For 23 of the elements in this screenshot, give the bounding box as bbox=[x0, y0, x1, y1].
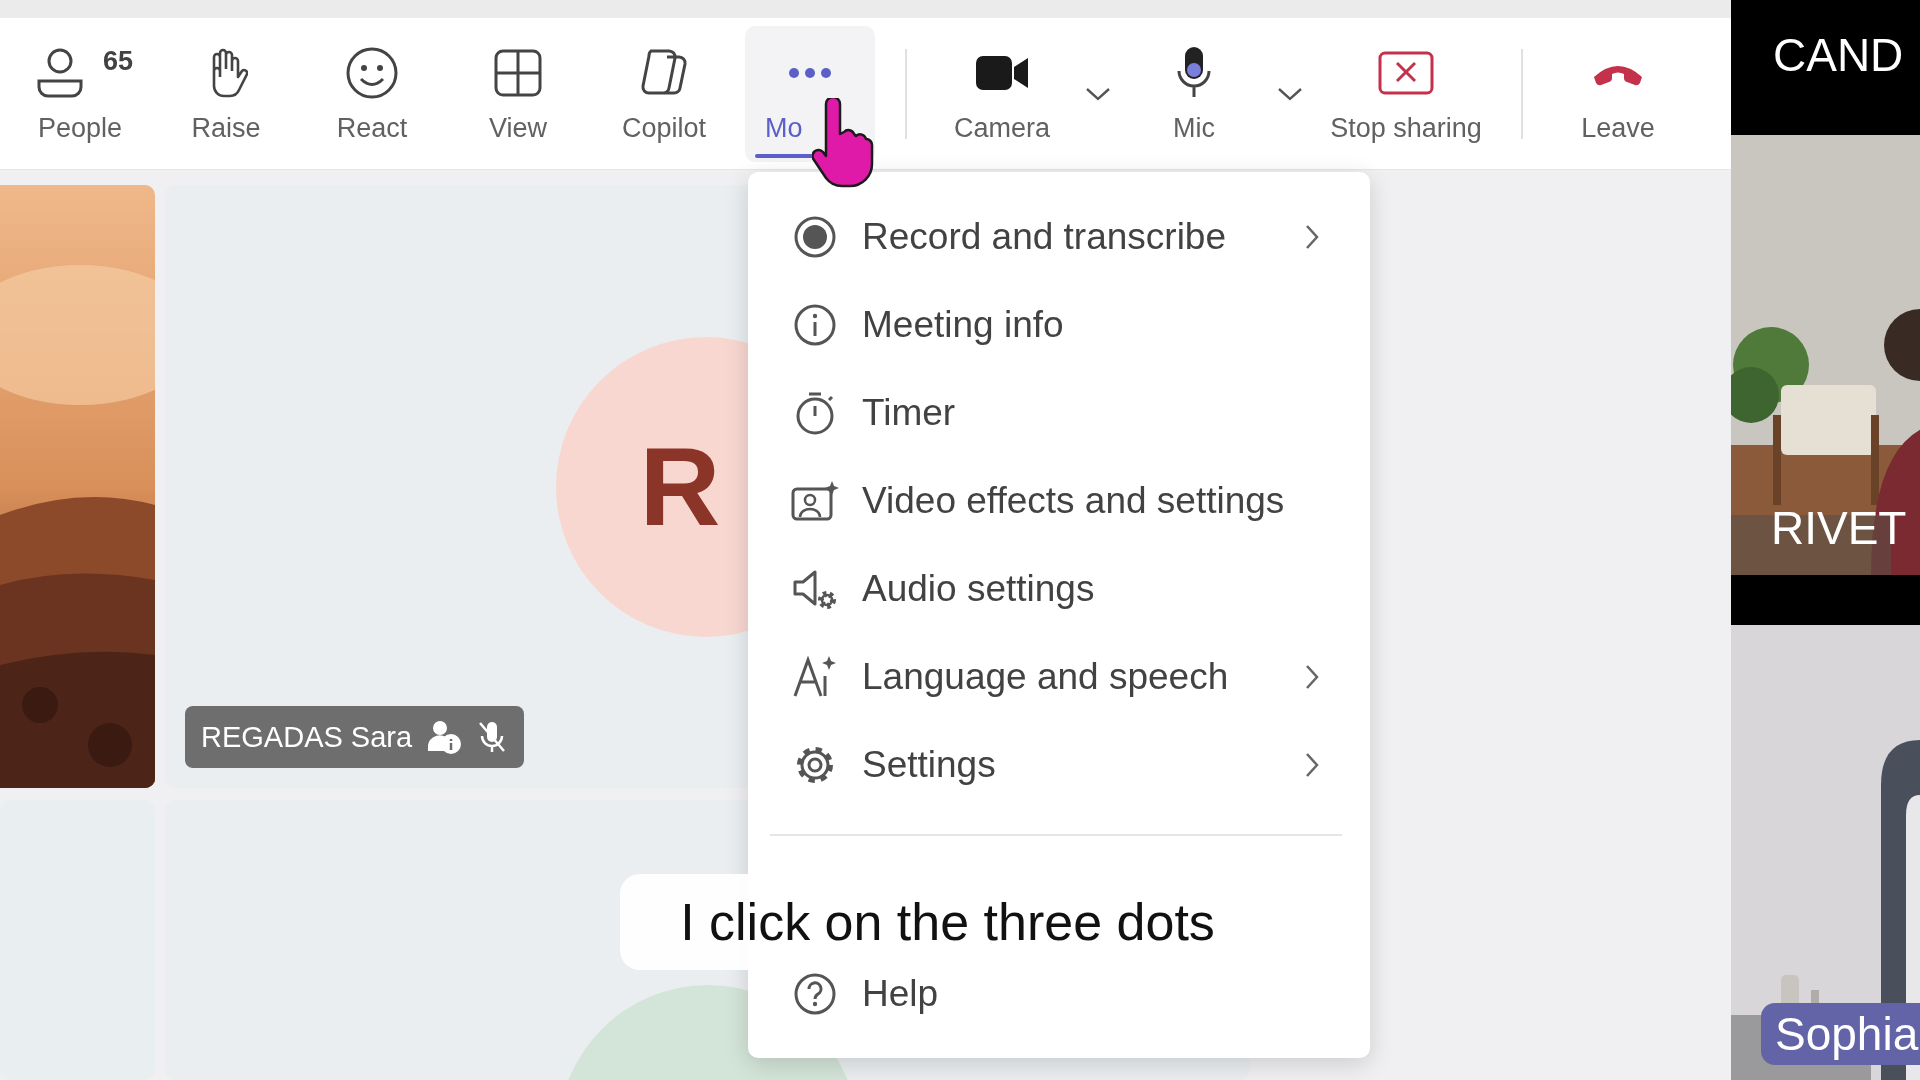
menu-item[interactable]: Video effects and settings bbox=[748, 476, 1370, 526]
participant-name: RIVET bbox=[1771, 501, 1907, 555]
menu-item[interactable]: Settings bbox=[748, 740, 1370, 790]
toolbar-button[interactable]: React bbox=[307, 25, 437, 162]
menu-item[interactable]: Record and transcribe bbox=[748, 212, 1370, 262]
menu-item[interactable]: Language and speech bbox=[748, 652, 1370, 702]
toolbar-button[interactable]: Mic bbox=[1129, 25, 1259, 162]
toolbar-button[interactable]: View bbox=[453, 25, 583, 162]
menu-item[interactable]: Help bbox=[748, 969, 1370, 1019]
menu-item[interactable]: Timer bbox=[748, 388, 1370, 438]
participant-name: Sophia bbox=[1761, 1003, 1920, 1065]
toolbar-button[interactable]: Copilot bbox=[599, 25, 729, 162]
toolbar-button[interactable]: People 65 bbox=[15, 25, 145, 162]
menu-item[interactable]: Audio settings bbox=[748, 564, 1370, 614]
toolbar-button[interactable]: Leave bbox=[1553, 25, 1683, 162]
participant-count: 65 bbox=[103, 45, 134, 77]
toolbar-button[interactable]: Stop sharing bbox=[1321, 25, 1491, 162]
participant-name: REGADAS Sara bbox=[201, 720, 413, 754]
toolbar-button[interactable]: Camera bbox=[937, 25, 1067, 162]
toolbar-button[interactable]: Raise bbox=[161, 25, 291, 162]
avatar-initials: R bbox=[639, 430, 721, 543]
menu-item[interactable]: Meeting info bbox=[748, 300, 1370, 350]
participant-name: CAND bbox=[1773, 28, 1904, 82]
